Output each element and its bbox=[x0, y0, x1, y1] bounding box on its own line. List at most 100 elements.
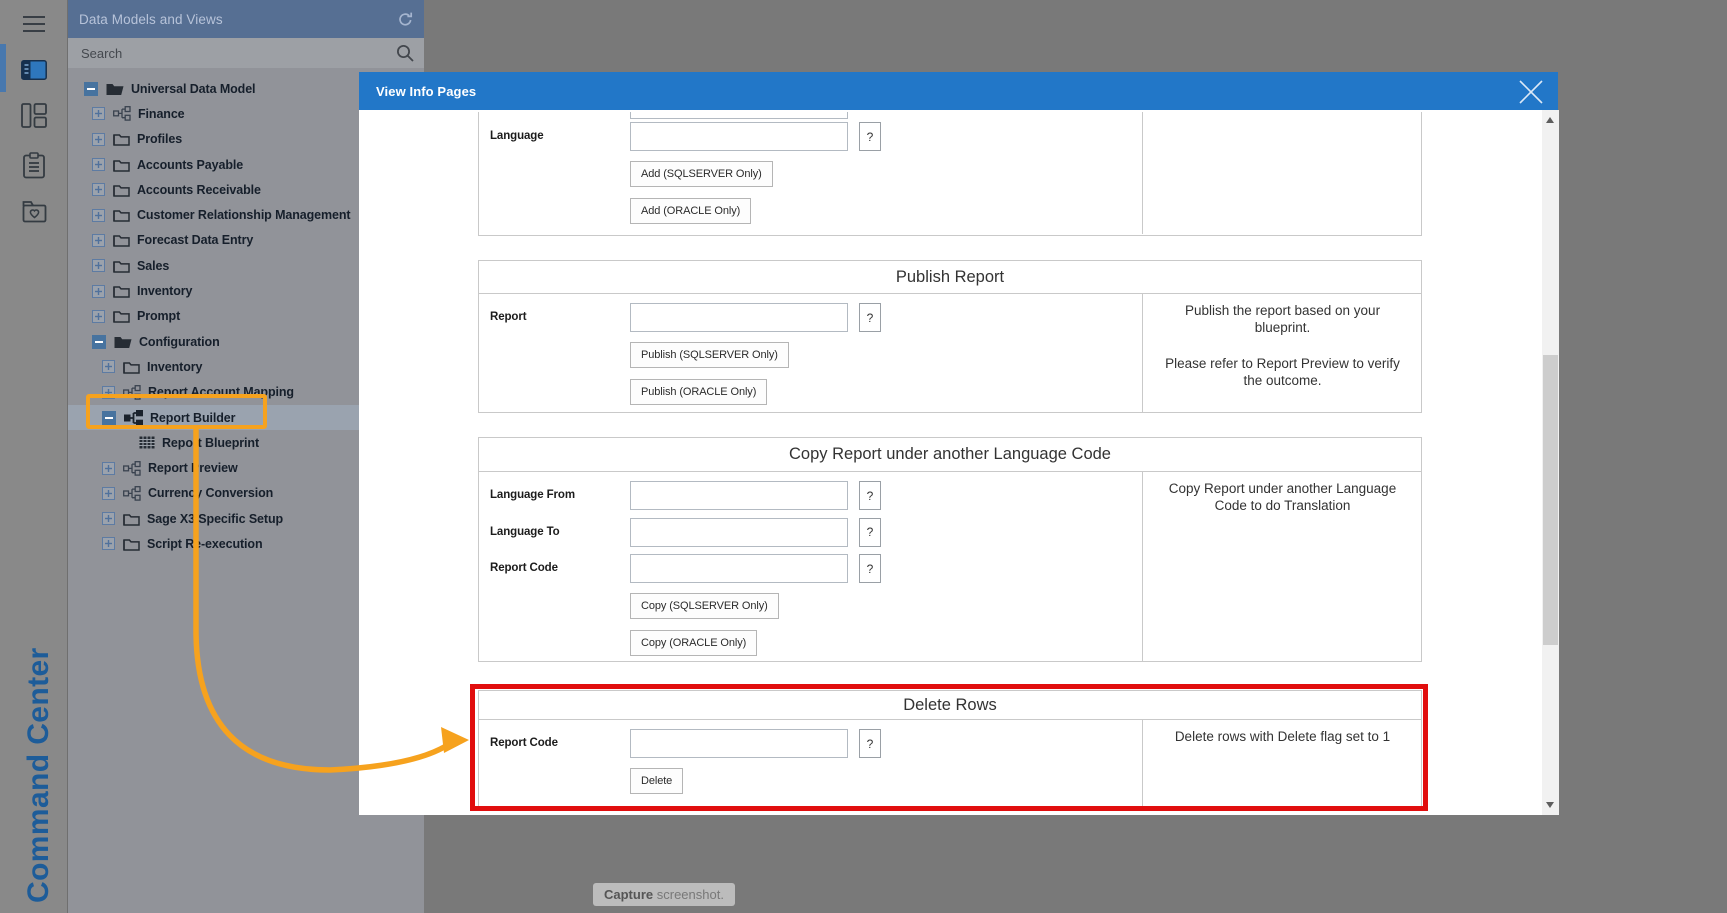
share-icon bbox=[123, 385, 141, 400]
add-oracle-only-button[interactable]: Add (ORACLE Only) bbox=[630, 198, 751, 224]
report-code-label: Report Code bbox=[490, 562, 558, 574]
language-from-input[interactable] bbox=[630, 481, 848, 510]
report-input[interactable] bbox=[630, 303, 848, 332]
close-icon[interactable] bbox=[1518, 79, 1544, 105]
section-publish-report: Publish ReportReport?Publish (SQLSERVER … bbox=[478, 260, 1422, 413]
section-title: Publish Report bbox=[479, 261, 1421, 294]
tree-panel-header: Data Models and Views bbox=[68, 0, 424, 38]
expander-plus-icon[interactable] bbox=[92, 234, 105, 247]
share-icon bbox=[123, 461, 141, 476]
share-filled-icon bbox=[124, 410, 143, 426]
description-text: Please refer to Report Preview to verify… bbox=[1157, 355, 1408, 390]
help-button[interactable]: ? bbox=[859, 122, 881, 151]
folder-icon bbox=[113, 233, 130, 247]
folder-icon bbox=[113, 158, 130, 172]
section-language-actions: Language? Add (SQLSERVER Only) Add (ORACLE… bbox=[478, 112, 1422, 236]
help-button[interactable]: ? bbox=[859, 481, 881, 510]
tree-item-label: Report Preview bbox=[148, 461, 238, 475]
tree-panel-title: Data Models and Views bbox=[79, 12, 397, 27]
help-button[interactable]: ? bbox=[859, 554, 881, 583]
tree-item-label: Customer Relationship Management bbox=[137, 208, 351, 222]
command-center-branding: Command Center bbox=[22, 647, 56, 903]
copy-oracle-only-button[interactable]: Copy (ORACLE Only) bbox=[630, 630, 757, 656]
report-code-label: Report Code bbox=[490, 737, 558, 749]
description-text: Publish the report based on your bluepri… bbox=[1157, 302, 1408, 337]
search-input[interactable] bbox=[79, 45, 396, 62]
delete-button[interactable]: Delete bbox=[630, 768, 683, 794]
expander-plus-icon[interactable] bbox=[92, 183, 105, 196]
hamburger-menu-icon[interactable] bbox=[0, 14, 68, 34]
copy-sqlserver-only-button[interactable]: Copy (SQLSERVER Only) bbox=[630, 593, 779, 619]
report-code-input[interactable] bbox=[630, 729, 848, 758]
modal-title: View Info Pages bbox=[376, 84, 476, 99]
dashboard-icon[interactable] bbox=[0, 103, 68, 128]
tree-item-label: Report Account Mapping bbox=[148, 385, 294, 399]
refresh-icon[interactable] bbox=[397, 11, 414, 28]
tree-item-label: Accounts Payable bbox=[137, 158, 243, 172]
add-sqlserver-only-button[interactable]: Add (SQLSERVER Only) bbox=[630, 161, 773, 187]
tree-search-row bbox=[68, 38, 424, 68]
scrollbar-thumb[interactable] bbox=[1543, 355, 1558, 645]
description-text: Delete rows with Delete flag set to 1 bbox=[1157, 728, 1408, 745]
folder-icon bbox=[123, 512, 140, 526]
expander-plus-icon[interactable] bbox=[102, 512, 115, 525]
folder-icon bbox=[113, 284, 130, 298]
folder-icon bbox=[123, 537, 140, 551]
section-copy-report-under-another-language-code: Copy Report under another Language CodeL… bbox=[478, 437, 1422, 662]
tree-item-label: Finance bbox=[138, 107, 185, 121]
section-description: Publish the report based on your bluepri… bbox=[1142, 293, 1422, 412]
expander-minus-icon[interactable] bbox=[102, 411, 116, 425]
help-button[interactable]: ? bbox=[859, 518, 881, 547]
expander-plus-icon[interactable] bbox=[102, 360, 115, 373]
expander-minus-icon[interactable] bbox=[84, 82, 98, 96]
tree-item-label: Prompt bbox=[137, 309, 180, 323]
tree-item-label: Script Re-execution bbox=[147, 537, 263, 551]
expander-plus-icon[interactable] bbox=[92, 209, 105, 222]
folder-open-icon bbox=[114, 335, 132, 349]
clipboard-icon[interactable] bbox=[0, 152, 68, 179]
expander-plus-icon[interactable] bbox=[102, 537, 115, 550]
expander-plus-icon[interactable] bbox=[92, 107, 105, 120]
expander-minus-icon[interactable] bbox=[92, 335, 106, 349]
folder-icon bbox=[113, 309, 130, 323]
tree-item-label: Report Blueprint bbox=[162, 436, 259, 450]
section-delete-rows: Delete Rows Report Code? Delete Delete rows… bbox=[478, 690, 1422, 807]
help-button[interactable]: ? bbox=[859, 729, 881, 758]
scroll-down-button[interactable] bbox=[1546, 802, 1554, 808]
tree-item-label: Forecast Data Entry bbox=[137, 233, 253, 247]
language-input[interactable] bbox=[630, 122, 848, 151]
capture-screenshot-button[interactable]: Capture screenshot. bbox=[593, 883, 735, 906]
grid-icon bbox=[139, 436, 155, 449]
tree-item-label: Sales bbox=[137, 259, 169, 273]
tree-item-label: Currency Conversion bbox=[148, 486, 273, 500]
capture-label-rest: screenshot. bbox=[653, 887, 724, 902]
folder-icon bbox=[113, 132, 130, 146]
folder-icon bbox=[123, 360, 140, 374]
scroll-up-button[interactable] bbox=[1546, 117, 1554, 123]
publish-oracle-only-button[interactable]: Publish (ORACLE Only) bbox=[630, 379, 767, 405]
expander-plus-icon[interactable] bbox=[92, 133, 105, 146]
data-models-icon[interactable] bbox=[0, 60, 68, 80]
modal-scrollbar[interactable] bbox=[1542, 110, 1559, 815]
expander-plus-icon[interactable] bbox=[102, 487, 115, 500]
report-code-input[interactable] bbox=[630, 554, 848, 583]
expander-plus-icon[interactable] bbox=[92, 259, 105, 272]
language-label: Language bbox=[490, 130, 544, 142]
publish-sqlserver-only-button[interactable]: Publish (SQLSERVER Only) bbox=[630, 342, 789, 368]
expander-plus-icon[interactable] bbox=[102, 462, 115, 475]
section-title: Delete Rows bbox=[479, 691, 1421, 720]
language-to-label: Language To bbox=[490, 526, 560, 538]
cutoff-input bbox=[630, 112, 848, 119]
expander-plus-icon[interactable] bbox=[92, 310, 105, 323]
expander-plus-icon[interactable] bbox=[92, 158, 105, 171]
tree-item-label: Profiles bbox=[137, 132, 182, 146]
section-description: Copy Report under another Language Code … bbox=[1142, 471, 1422, 661]
help-button[interactable]: ? bbox=[859, 303, 881, 332]
expander-plus-icon[interactable] bbox=[92, 285, 105, 298]
modal-header: View Info Pages bbox=[359, 72, 1558, 110]
folder-heart-icon[interactable] bbox=[0, 200, 68, 223]
view-info-pages-modal: View Info Pages Language? Add (SQLSERVER … bbox=[359, 72, 1558, 815]
description-text: Copy Report under another Language Code … bbox=[1157, 480, 1408, 515]
language-to-input[interactable] bbox=[630, 518, 848, 547]
expander-plus-icon[interactable] bbox=[102, 386, 115, 399]
